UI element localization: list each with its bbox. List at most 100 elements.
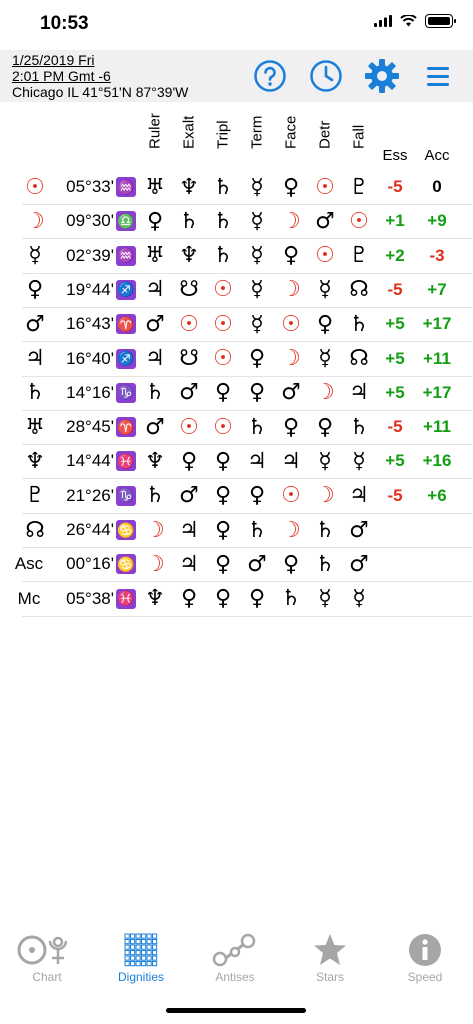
planet-position: 16°40' ♐ [48,342,136,376]
column-header-label: Exalt [180,115,198,149]
dignity-detr: ♀ [316,311,334,337]
ess-score: +5 [385,348,405,368]
position-degrees: 02°39' [66,245,114,265]
planet-position: 14°44' ♓ [48,444,136,478]
zodiac-sign-icon: ♓ [116,451,136,472]
column-header-ruler: Ruler [138,112,172,170]
dignity-term: ☿ [250,277,264,303]
dignity-exalt: ♀ [180,448,198,474]
chart-time[interactable]: 2:01 PM Gmt -6 [12,68,188,84]
menu-button[interactable] [418,56,458,96]
question-circle-icon [254,60,286,92]
zodiac-sign-icon: ♎ [116,211,136,232]
position-degrees: 16°40' [66,348,114,368]
tab-dignities[interactable]: Dignities [94,930,188,990]
planet-symbol: ♂ [25,311,45,337]
dignity-face: ☽ [281,346,301,371]
dignity-ruler: ♆ [145,448,165,474]
table-row[interactable]: ♅ 28°45' ♈ ♂ ☉ ☉ ♄ ♀ ♀ ♄ -5 +11 [22,410,472,446]
dignity-ruler: ♀ [146,208,164,234]
dignity-fall: ☿ [352,448,366,474]
ess-score: -5 [387,177,403,196]
dignity-term: ♄ [247,517,267,543]
ess-score [376,582,414,616]
column-header-label: Acc [424,147,450,164]
planet-position: 14°16' ♑ [48,376,136,410]
dignity-fall: ♄ [349,414,369,440]
tab-antises[interactable]: Antises [188,930,282,990]
acc-score: +17 [422,314,452,334]
planet-symbol: ♀ [26,277,44,303]
dignity-term: ♀ [248,380,266,406]
position-degrees: 19°44' [66,279,114,299]
dignity-detr: ☿ [318,346,332,371]
dignity-fall: ☊ [349,346,369,371]
planet-symbol: Asc [14,554,44,574]
table-row[interactable]: ☉ 05°33' ♒ ♅ ♆ ♄ ☿ ♀ ☉ ♇ -5 0 [22,170,472,205]
table-row[interactable]: ♄ 14°16' ♑ ♄ ♂ ♀ ♀ ♂ ☽ ♃ +5 +17 [22,376,472,411]
settings-button[interactable] [362,56,402,96]
dignity-detr: ♀ [316,414,334,440]
help-button[interactable] [250,56,290,96]
dignity-face: ☽ [281,277,301,303]
dignity-tripl: ♀ [214,483,232,509]
table-row[interactable]: ♆ 14°44' ♓ ♆ ♀ ♀ ♃ ♃ ☿ ☿ +5 +16 [22,444,472,480]
zodiac-sign-icon: ♐ [116,279,136,300]
tab-speed[interactable]: Speed [378,930,472,990]
table-row[interactable]: ☽ 09°30' ♎ ♀ ♄ ♄ ☿ ☽ ♂ ☉ +1 +9 [22,204,472,240]
ess-score: -5 [387,417,403,437]
dignity-fall: ♃ [349,483,369,509]
ess-score: +2 [385,245,405,265]
dignity-term: ☿ [250,311,264,337]
table-row[interactable]: ♇ 21°26' ♑ ♄ ♂ ♀ ♀ ☉ ☽ ♃ -5 +6 [22,479,472,514]
table-row[interactable]: ♀ 19°44' ♐ ♃ ☋ ☉ ☿ ☽ ☿ ☊ -5 +7 [22,273,472,308]
tab-chart[interactable]: Chart [0,930,94,990]
tab-speed-label: Speed [407,970,443,984]
planet-position: 02°39' ♒ [48,239,136,273]
ess-score: -5 [387,279,403,299]
planet-position: 05°33' ♒ [48,170,136,204]
planet-symbol: ♄ [25,380,45,406]
column-header-label: Fall [350,124,368,149]
zodiac-sign-icon: ♐ [116,348,136,369]
position-degrees: 28°45' [66,417,114,437]
chart-info[interactable]: 1/25/2019 Fri 2:01 PM Gmt -6 Chicago IL … [12,52,188,100]
dignity-ruler: ☽ [145,551,165,577]
planet-position: 28°45' ♈ [48,410,136,444]
column-header-face: Face [274,112,308,170]
planet-symbol: ♃ [25,346,45,371]
tab-stars[interactable]: Stars [283,930,377,990]
battery-icon [425,14,456,28]
column-header-acc: Acc [414,112,460,170]
dignity-term: ♀ [248,586,266,612]
position-degrees: 09°30' [66,211,114,231]
table-row[interactable]: Mc 05°38' ♓ ♆ ♀ ♀ ♀ ♄ ☿ ☿ [18,582,472,617]
dignity-detr: ☉ [315,243,335,269]
dignity-fall: ♄ [349,311,369,337]
table-row[interactable]: ♃ 16°40' ♐ ♃ ☋ ☉ ♀ ☽ ☿ ☊ +5 +11 [22,342,472,377]
position-degrees: 26°44' [66,520,114,539]
dignity-exalt: ☋ [179,346,199,371]
table-row[interactable]: ☿ 02°39' ♒ ♅ ♆ ♄ ☿ ♀ ☉ ♇ +2 -3 [22,239,472,274]
dignity-face: ♀ [282,174,300,200]
dignity-term: ♀ [248,483,266,509]
dignity-exalt: ♆ [179,243,199,269]
chart-date[interactable]: 1/25/2019 Fri [12,52,188,68]
table-row[interactable]: ☊ 26°44' ♋ ☽ ♃ ♀ ♄ ☽ ♄ ♂ [22,513,472,548]
acc-score: +11 [423,348,451,368]
dignity-detr: ♄ [315,551,335,577]
acc-score: +6 [427,485,447,505]
dignity-exalt: ☋ [179,277,199,303]
planet-position: 05°38' ♓ [48,582,136,616]
antises-icon [212,933,256,967]
grid-icon [124,933,158,967]
time-button[interactable] [306,56,346,96]
planet-symbol: Mc [17,588,41,608]
ess-score: -5 [387,485,403,505]
column-header-label: Term [248,115,266,149]
table-row[interactable]: ♂ 16°43' ♈ ♂ ☉ ☉ ☿ ☉ ♀ ♄ +5 +17 [22,307,472,343]
dignity-face: ☉ [281,483,301,509]
dignity-fall: ☊ [349,277,369,303]
table-row[interactable]: Asc 00°16' ♋ ☽ ♃ ♀ ♂ ♀ ♄ ♂ [15,547,472,583]
dignity-fall: ♂ [349,517,369,543]
